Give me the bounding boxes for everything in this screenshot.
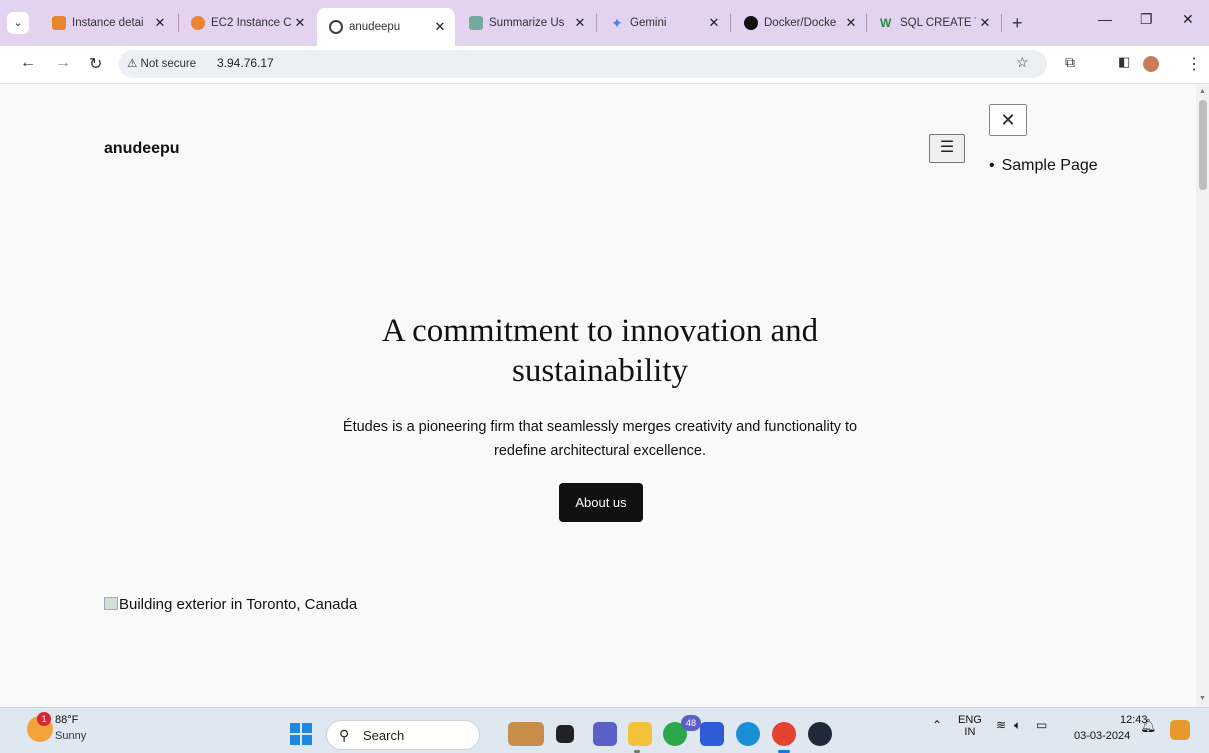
tab-ec2-instance[interactable]: EC2 Instance C ✕ xyxy=(179,8,315,38)
tab-anudeepu[interactable]: anudeepu ✕ xyxy=(317,8,455,46)
close-tab-icon[interactable]: ✕ xyxy=(291,15,309,31)
hero-description: Études is a pioneering firm that seamles… xyxy=(342,419,858,459)
scroll-down-arrow-icon[interactable]: ▼ xyxy=(1199,695,1206,702)
chrome-icon[interactable] xyxy=(772,722,796,746)
windows-start-icon[interactable] xyxy=(290,723,312,745)
search-icon: ⚲ xyxy=(339,727,350,743)
tab-summarize[interactable]: Summarize Us ✕ xyxy=(457,8,595,38)
broken-image-icon xyxy=(104,597,118,610)
site-title[interactable]: anudeepu xyxy=(104,140,180,158)
restore-button[interactable]: ❐ xyxy=(1140,11,1153,28)
hero-title: A commitment to innovation and sustainab… xyxy=(381,313,819,389)
tab-title: Docker/Docke xyxy=(764,17,837,29)
nav-item-sample-page[interactable]: Sample Page xyxy=(989,157,1098,175)
language-indicator[interactable]: ENG IN xyxy=(958,714,982,738)
w3schools-icon: W xyxy=(880,16,892,30)
page-scrollbar[interactable]: ▲ ▼ xyxy=(1196,85,1209,707)
close-menu-button[interactable]: ✕ xyxy=(989,104,1027,136)
url-text[interactable]: 3.94.76.17 xyxy=(217,56,274,70)
reload-icon[interactable]: ↻ xyxy=(89,54,102,74)
scroll-up-arrow-icon[interactable]: ▲ xyxy=(1199,88,1206,95)
security-indicator[interactable]: ⚠ Not secure xyxy=(127,56,196,70)
browser-menu-icon[interactable]: ⋮ xyxy=(1186,54,1202,74)
aws-favicon-icon xyxy=(52,16,66,30)
battery-icon[interactable]: ▭ xyxy=(1036,718,1047,732)
security-label: Not secure xyxy=(140,58,197,70)
weather-condition[interactable]: Sunny xyxy=(55,730,86,742)
scrollbar-thumb[interactable] xyxy=(1199,100,1207,190)
windows-taskbar: 1 88°F Sunny ⚲ Search 48 ⌃ ENG IN ≋ 🔈︎ ▭… xyxy=(0,707,1209,753)
tab-separator xyxy=(1001,14,1002,32)
notification-badge: 48 xyxy=(681,715,701,731)
forward-arrow-icon[interactable]: → xyxy=(55,54,71,72)
tab-title: anudeepu xyxy=(349,21,401,33)
search-highlight-icon[interactable] xyxy=(508,722,544,746)
weather-temperature[interactable]: 88°F xyxy=(55,714,78,726)
show-hidden-icons-chevron-icon[interactable]: ⌃ xyxy=(932,718,942,732)
wifi-icon[interactable]: ≋ xyxy=(996,718,1006,732)
image-alt-text: Building exterior in Toronto, Canada xyxy=(119,596,358,613)
extensions-icon[interactable]: ⧉ xyxy=(1065,54,1075,71)
new-tab-button[interactable]: + xyxy=(1012,13,1023,34)
tab-title: Gemini xyxy=(630,17,667,29)
tab-instance-details[interactable]: Instance detai ✕ xyxy=(40,8,175,38)
notification-bell-icon[interactable]: 🔔︎ xyxy=(1140,718,1157,734)
clock-date[interactable]: 03-03-2024 xyxy=(1074,730,1130,742)
browser-toolbar: ← → ↻ ⚠ Not secure 3.94.76.17 ☆ ⧉ ◧ ⋮ xyxy=(0,46,1209,84)
copilot-icon[interactable] xyxy=(1170,720,1190,740)
chatgpt-favicon-icon xyxy=(469,16,483,30)
file-explorer-icon[interactable] xyxy=(628,722,652,746)
tab-title: EC2 Instance C xyxy=(211,17,291,29)
close-tab-icon[interactable]: ✕ xyxy=(151,15,169,31)
tab-title: Instance detai xyxy=(72,17,144,29)
page-content: anudeepu ☰ ✕ Sample Page A commitment to… xyxy=(0,85,1196,707)
about-us-button[interactable]: About us xyxy=(559,483,643,522)
tab-title: SQL CREATE T xyxy=(900,17,976,29)
obs-icon[interactable] xyxy=(808,722,832,746)
profile-avatar[interactable] xyxy=(1143,56,1159,72)
globe-icon xyxy=(329,20,343,34)
tab-docker[interactable]: Docker/Docke ✕ xyxy=(732,8,866,38)
close-tab-icon[interactable]: ✕ xyxy=(976,15,994,31)
side-panel-icon[interactable]: ◧ xyxy=(1118,54,1130,70)
close-tab-icon[interactable]: ✕ xyxy=(705,15,723,31)
tab-separator xyxy=(866,14,867,32)
github-icon xyxy=(744,16,758,30)
close-window-button[interactable]: ✕ xyxy=(1182,11,1194,28)
tab-separator xyxy=(730,14,731,32)
close-tab-icon[interactable]: ✕ xyxy=(842,15,860,31)
tab-separator xyxy=(596,14,597,32)
edge-icon[interactable] xyxy=(736,722,760,746)
teams-icon[interactable] xyxy=(593,722,617,746)
bookmark-star-icon[interactable]: ☆ xyxy=(1016,54,1029,71)
task-view-icon[interactable] xyxy=(556,725,574,743)
language-code: ENG xyxy=(958,714,982,726)
close-tab-icon[interactable]: ✕ xyxy=(571,15,589,31)
gemini-sparkle-icon: ✦ xyxy=(611,15,623,31)
address-bar[interactable]: ⚠ Not secure 3.94.76.17 xyxy=(119,50,1047,78)
hamburger-menu-button[interactable]: ☰ xyxy=(929,134,965,163)
search-label: Search xyxy=(363,728,405,743)
back-arrow-icon[interactable]: ← xyxy=(20,54,36,72)
tab-strip: ⌄ Instance detai ✕ EC2 Instance C ✕ anud… xyxy=(0,0,1209,46)
weather-badge: 1 xyxy=(37,712,51,726)
close-tab-icon[interactable]: ✕ xyxy=(431,19,449,35)
taskbar-search[interactable]: ⚲ Search xyxy=(326,720,480,750)
region-code: IN xyxy=(964,726,976,738)
tab-gemini[interactable]: ✦ Gemini ✕ xyxy=(598,8,729,38)
tab-title: Summarize Us xyxy=(489,17,565,29)
tab-search-button[interactable]: ⌄ xyxy=(7,12,29,34)
broken-image: Building exterior in Toronto, Canada xyxy=(104,596,357,613)
minimize-button[interactable]: — xyxy=(1098,11,1112,27)
aws-favicon-icon xyxy=(191,16,205,30)
tab-sql-create[interactable]: W SQL CREATE T ✕ xyxy=(868,8,1000,38)
microsoft-store-icon[interactable] xyxy=(700,722,724,746)
volume-icon[interactable]: 🔈︎ xyxy=(1014,718,1021,733)
